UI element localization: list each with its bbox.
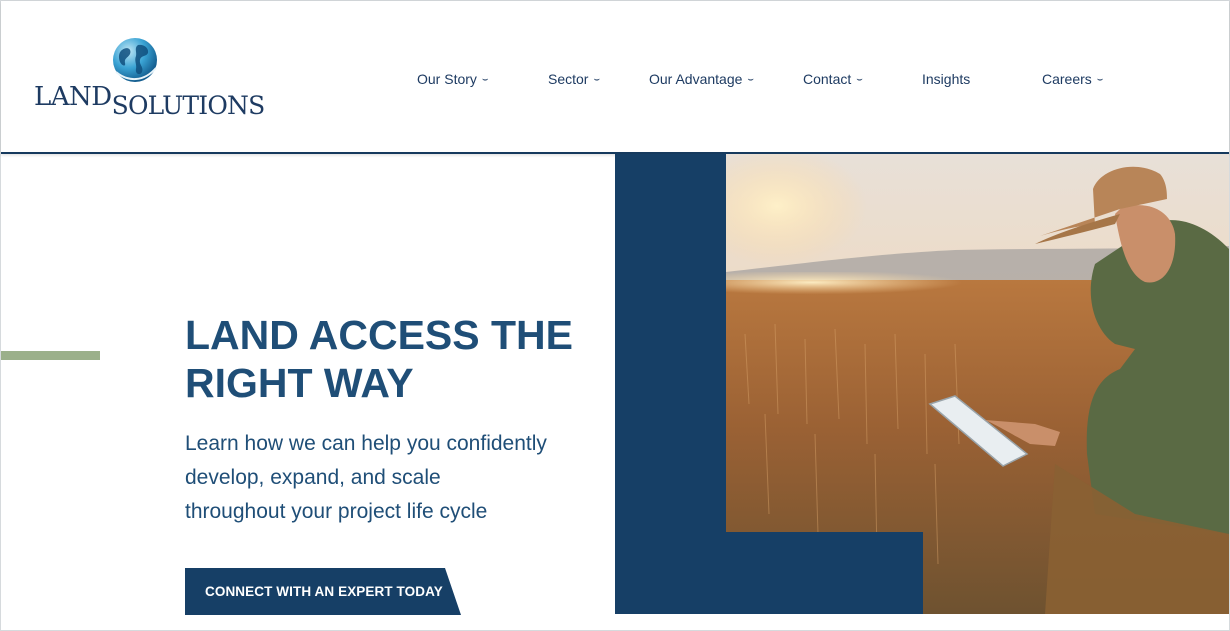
nav-label: Insights bbox=[922, 71, 971, 87]
nav-item-our-story[interactable]: Our Story ⌣ bbox=[417, 69, 489, 92]
chevron-down-icon: ⌣ bbox=[1096, 74, 1104, 85]
hero-title-line: RIGHT WAY bbox=[185, 360, 414, 406]
nav-label: Careers bbox=[1042, 71, 1092, 87]
chevron-down-icon: ⌣ bbox=[747, 74, 754, 85]
hero-title: LAND ACCESS THE RIGHT WAY bbox=[185, 311, 605, 407]
site-header: LANDSOLUTIONS Our Story ⌣ Sector ⌣ Our Adv… bbox=[1, 1, 1229, 154]
nav-label: Contact bbox=[803, 71, 852, 87]
nav-item-sector[interactable]: Sector ⌣ bbox=[548, 69, 600, 92]
cta-label: CONNECT WITH AN EXPERT TODAY bbox=[205, 584, 443, 599]
nav-label: Our Advantage bbox=[649, 71, 743, 87]
accent-bar bbox=[1, 351, 100, 360]
hero-image bbox=[615, 154, 1229, 614]
main-nav: Our Story ⌣ Sector ⌣ Our Advantage ⌣ Contac… bbox=[1, 1, 1229, 152]
hero-section: LAND ACCESS THE RIGHT WAY Learn how we c… bbox=[1, 154, 1229, 615]
hero-subtitle-line: Learn how we can help you confidently bbox=[185, 432, 547, 455]
hero-title-line: LAND ACCESS THE bbox=[185, 312, 573, 358]
hero-subtitle: Learn how we can help you confidently de… bbox=[185, 427, 595, 529]
nav-label: Our Story bbox=[417, 71, 477, 87]
connect-expert-button[interactable]: CONNECT WITH AN EXPERT TODAY bbox=[185, 568, 461, 615]
nav-item-insights[interactable]: Insights bbox=[922, 69, 970, 89]
nav-item-our-advantage[interactable]: Our Advantage ⌣ bbox=[649, 69, 754, 92]
hero-photo-illustration bbox=[615, 154, 1229, 614]
chevron-down-icon: ⌣ bbox=[593, 74, 601, 85]
hero-subtitle-line: develop, expand, and scale bbox=[185, 466, 441, 489]
hero-subtitle-line: throughout your project life cycle bbox=[185, 500, 488, 523]
chevron-down-icon: ⌣ bbox=[481, 74, 489, 85]
chevron-down-icon: ⌣ bbox=[856, 74, 863, 85]
nav-item-contact[interactable]: Contact ⌣ bbox=[803, 69, 863, 92]
nav-item-careers[interactable]: Careers ⌣ bbox=[1042, 69, 1103, 92]
nav-label: Sector bbox=[548, 71, 589, 87]
